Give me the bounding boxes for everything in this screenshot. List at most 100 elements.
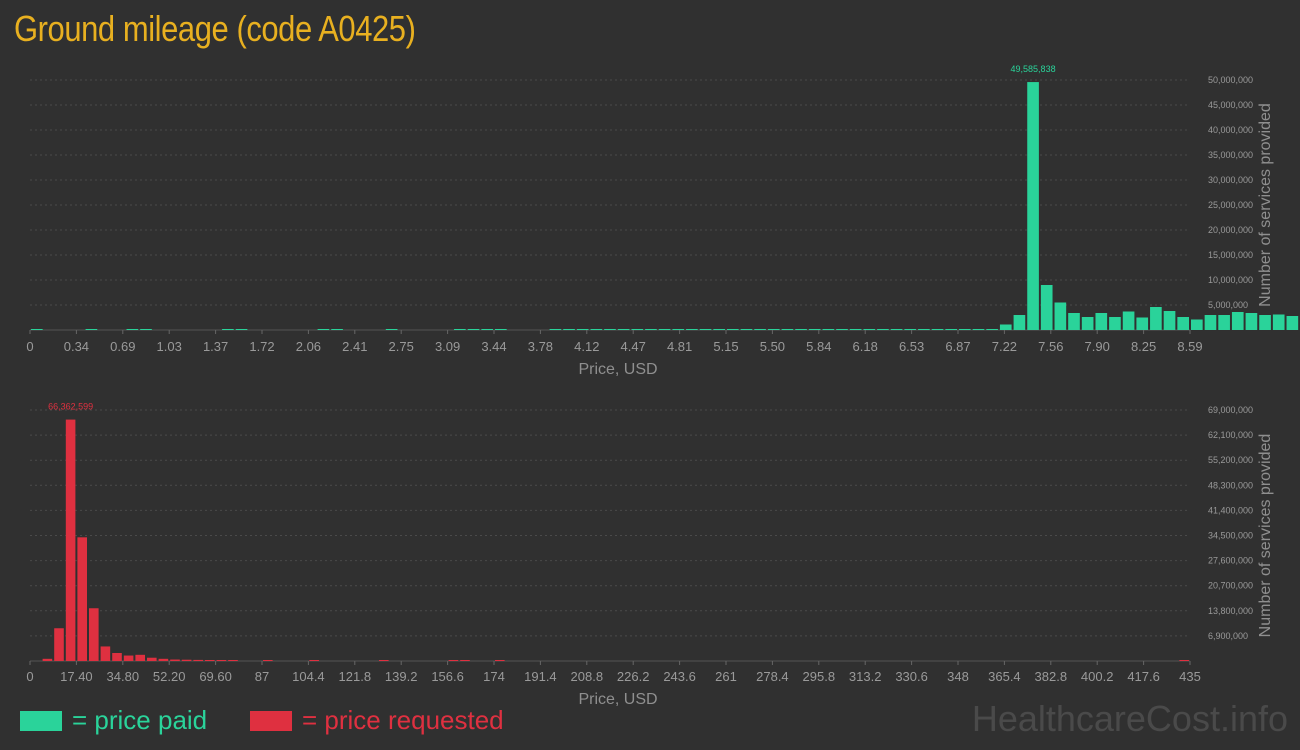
bar [604,329,616,330]
bar [781,329,794,330]
bar [890,329,903,330]
bar [85,329,98,330]
bar [767,329,780,330]
bar [222,329,234,330]
x-tick-label: 0.34 [64,339,89,354]
bar [228,660,238,661]
gridlines-1 [30,409,1190,637]
x-tick-label: 5.50 [760,339,785,354]
y-tick-label: 35,000,000 [1208,150,1253,160]
x-tick-label: 348 [947,669,969,684]
x-tick-label: 52.20 [153,669,186,684]
bar [1177,317,1189,330]
y-tick-label: 62,100,000 [1208,430,1253,440]
bar [54,628,64,661]
bar [931,329,944,330]
x-tick-label: 1.03 [157,339,182,354]
y-tick-label: 10,000,000 [1208,275,1253,285]
x-tick-label: 3.09 [435,339,460,354]
bar [822,329,835,330]
bar [331,329,343,330]
bar [1095,313,1108,330]
y-tick-label: 48,300,000 [1208,480,1253,490]
x-tick-label: 4.12 [574,339,599,354]
x-tick-label: 435 [1179,669,1201,684]
bar [959,329,971,330]
x-tick-label: 382.8 [1035,669,1068,684]
bar [1068,313,1080,330]
bar [904,329,917,330]
bar [849,329,862,330]
y-tick-label: 5,000,000 [1208,300,1248,310]
bar [31,329,43,330]
bar [713,329,725,330]
price-requested-chart: 6,900,000 13,800,000 20,700,000 27,600,000 3… [26,402,1274,708]
x-tick-label: 3.78 [528,339,553,354]
bar [181,659,192,661]
bar [1122,311,1135,330]
bar [1027,82,1039,331]
x-tick-label: 191.4 [524,669,557,684]
bar [309,660,319,661]
x-tick-label: 1.37 [203,339,228,354]
bar [1081,317,1094,330]
x-tick-label: 1.72 [249,339,274,354]
bar [1163,311,1176,330]
bar [945,329,957,330]
bar [454,329,466,330]
y-tick-label: 41,400,000 [1208,505,1253,515]
bar [1245,313,1258,330]
bar [658,329,671,330]
bar [1179,660,1189,661]
bar [686,329,698,330]
bar [147,657,157,661]
bar [126,329,139,330]
x-tick-label: 139.2 [385,669,418,684]
x-tick-label: 4.81 [667,339,692,354]
bar [576,329,589,330]
y-tick-label: 34,500,000 [1208,531,1253,541]
y-tick-label: 15,000,000 [1208,250,1253,260]
bar [1191,319,1203,330]
x-tick-label: 87 [255,669,269,684]
legend-label-requested: = price requested [302,705,504,735]
watermark: HealthcareCost.info [971,698,1288,739]
bar [986,329,998,330]
bar [1054,302,1067,330]
x-axis-title: Price, USD [578,361,657,378]
bar [379,660,389,661]
bar [918,329,930,330]
bar [317,329,330,330]
x-tick-label: 7.90 [1085,339,1110,354]
peak-value-label: 49,585,838 [1011,64,1056,74]
x-tick-label: 417.6 [1127,669,1160,684]
bar [1259,315,1271,330]
legend-swatch-paid [20,711,62,731]
x-tick-label: 156.6 [431,669,464,684]
x-tick-label: 313.2 [849,669,882,684]
y-tick-label: 20,000,000 [1208,225,1253,235]
x-tick-label: 5.15 [713,339,738,354]
page-title: Ground mileage (code A0425) [14,8,416,49]
price-paid-chart: 5,000,000 10,000,000 15,000,000 20,000,000 2… [26,64,1299,378]
x-tick-label: 8.59 [1177,339,1202,354]
x-tick-label: 17.40 [60,669,93,684]
bar [1231,312,1244,330]
bar [1218,315,1230,330]
bar [123,655,134,661]
x-tick-label: 34.80 [107,669,140,684]
bar [205,660,215,661]
bar [645,329,657,330]
bar [1109,317,1121,330]
y-tick-label: 20,700,000 [1208,581,1253,591]
x-tick-label: 243.6 [663,669,696,684]
bar [385,329,398,330]
bar [1040,285,1053,330]
x-tick-label: 104.4 [292,669,325,684]
bar [140,329,152,330]
bar [740,329,753,330]
legend-label-paid: = price paid [72,705,208,735]
y-tick-label: 27,600,000 [1208,556,1253,566]
x-tick-label: 121.8 [339,669,372,684]
x-tick-label: 2.75 [389,339,414,354]
